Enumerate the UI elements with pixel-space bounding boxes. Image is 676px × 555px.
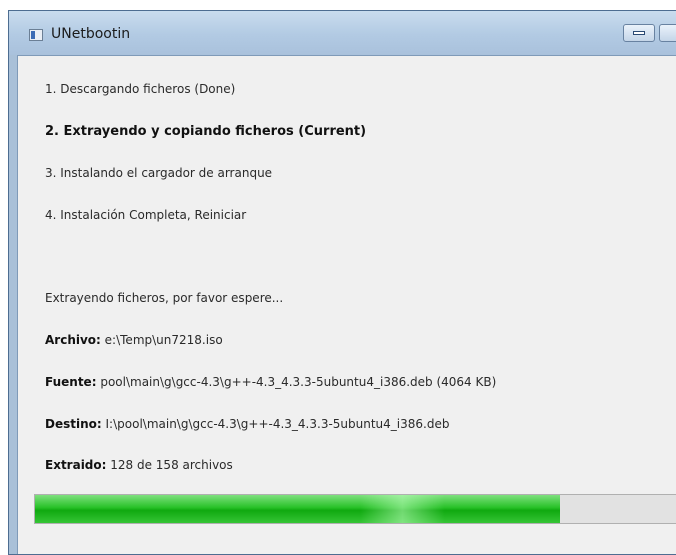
minimize-icon [633,31,645,35]
fuente-label: Fuente: [45,375,97,389]
window-title: UNetbootin [51,26,131,42]
fuente-value: pool\main\g\gcc-4.3\g++-4.3_4.3.3-5ubunt… [100,375,497,389]
destino-value: I:\pool\main\g\gcc-4.3\g++-4.3_4.3.3-5ub… [105,417,450,431]
title-bar[interactable]: UNetbootin [9,11,676,55]
step-3: 3. Instalando el cargador de arranque [45,166,273,180]
fuente-row: Fuente: pool\main\g\gcc-4.3\g++-4.3_4.3.… [45,375,496,389]
status-message: Extrayendo ficheros, por favor espere... [45,291,284,305]
archivo-value: e:\Temp\un7218.iso [104,333,223,347]
destino-label: Destino: [45,417,102,431]
extraido-value: 128 de 158 archivos [110,458,233,472]
step-2-current: 2. Extrayendo y copiando ficheros (Curre… [45,124,367,139]
step-1: 1. Descargando ficheros (Done) [45,82,236,96]
window-content: 1. Descargando ficheros (Done) 2. Extray… [17,55,676,554]
minimize-button[interactable] [623,24,655,42]
archivo-row: Archivo: e:\Temp\un7218.iso [45,333,223,347]
destino-row: Destino: I:\pool\main\g\gcc-4.3\g++-4.3_… [45,417,449,431]
extraido-label: Extraido: [45,458,107,472]
step-4: 4. Instalación Completa, Reiniciar [45,208,247,222]
maximize-button[interactable] [659,24,676,42]
archivo-label: Archivo: [45,333,101,347]
unetbootin-window: UNetbootin 1. Descargando ficheros (Done… [8,10,676,555]
progress-fill [35,495,560,523]
app-icon [29,29,43,41]
extraido-row: Extraido: 128 de 158 archivos [45,458,233,472]
extraction-progress-bar [34,494,676,524]
